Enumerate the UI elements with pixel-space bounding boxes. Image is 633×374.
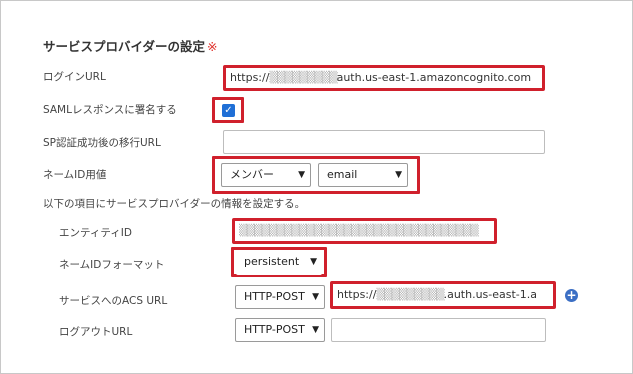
chevron-down-icon: ▼ <box>310 257 317 267</box>
plus-circle-icon[interactable]: + <box>565 289 578 302</box>
login-url-prefix: https:// <box>230 71 270 84</box>
chevron-down-icon: ▼ <box>312 292 319 302</box>
login-url-suffix: auth.us-east-1.amazoncognito.com <box>336 71 532 84</box>
logout-url-input[interactable] <box>331 318 546 342</box>
section-subtitle: 以下の項目にサービスプロバイダーの情報を設定する。 <box>43 198 306 210</box>
entity-id-input[interactable]: ▒▒▒▒▒▒▒▒▒▒▒▒▒▒▒▒▒▒▒▒▒▒▒▒▒▒▒▒▒▒▒▒ <box>232 218 497 244</box>
logout-url-method-select[interactable]: HTTP-POST ▼ <box>235 318 325 342</box>
add-acs-url-glyph: + <box>566 288 577 302</box>
acs-url-label: サービスへのACS URL <box>59 295 168 307</box>
sp-redirect-url-input[interactable] <box>223 130 545 154</box>
logout-url-label: ログアウトURL <box>59 326 133 338</box>
chevron-down-icon: ▼ <box>312 325 319 335</box>
login-url-input[interactable]: https://▒▒▒▒▒▒▒▒▒auth.us-east-1.amazonco… <box>223 65 545 91</box>
section-title-text: サービスプロバイダーの設定 <box>43 39 206 54</box>
chevron-down-icon: ▼ <box>298 170 305 180</box>
name-id-format-highlight: persistent ▼ <box>231 247 327 277</box>
checkmark-icon: ✓ <box>224 105 233 116</box>
chevron-down-icon: ▼ <box>395 170 402 180</box>
acs-url-prefix: https:// <box>337 288 377 301</box>
logout-url-method-value: HTTP-POST <box>244 323 305 336</box>
login-url-label: ログインURL <box>43 71 106 83</box>
acs-url-obscured: ▒▒▒▒▒▒▒▒▒ <box>376 288 444 301</box>
sp-redirect-url-label: SP認証成功後の移行URL <box>43 137 161 149</box>
name-id-format-value: persistent <box>244 255 300 268</box>
login-url-obscured: ▒▒▒▒▒▒▒▒▒ <box>269 71 337 84</box>
name-id-source-select[interactable]: メンバー ▼ <box>221 163 311 187</box>
saml-sign-highlight: ✓ <box>212 97 244 123</box>
entity-id-obscured: ▒▒▒▒▒▒▒▒▒▒▒▒▒▒▒▒▒▒▒▒▒▒▒▒▒▒▒▒▒▒▒▒ <box>239 224 479 237</box>
name-id-source-value: メンバー <box>230 168 274 181</box>
name-id-attribute-select[interactable]: email ▼ <box>318 163 408 187</box>
name-id-attribute-value: email <box>327 168 358 181</box>
name-id-highlight: メンバー ▼ email ▼ <box>212 156 420 194</box>
name-id-format-select[interactable]: persistent ▼ <box>236 251 322 275</box>
saml-sign-label: SAMLレスポンスに署名する <box>43 104 177 116</box>
entity-id-label: エンティティID <box>59 227 132 239</box>
acs-url-method-select[interactable]: HTTP-POST ▼ <box>235 285 325 309</box>
name-id-label: ネームID用値 <box>43 169 107 181</box>
required-mark: ※ <box>207 39 218 54</box>
settings-panel: サービスプロバイダーの設定 ※ ログインURL https://▒▒▒▒▒▒▒▒▒… <box>0 0 633 374</box>
acs-url-method-value: HTTP-POST <box>244 290 305 303</box>
saml-sign-checkbox[interactable]: ✓ <box>222 104 235 117</box>
acs-url-suffix: .auth.us-east-1.a <box>443 288 537 301</box>
name-id-format-label: ネームIDフォーマット <box>59 259 165 271</box>
acs-url-input[interactable]: https://▒▒▒▒▒▒▒▒▒.auth.us-east-1.a <box>330 281 556 309</box>
section-title: サービスプロバイダーの設定 ※ <box>43 36 218 55</box>
